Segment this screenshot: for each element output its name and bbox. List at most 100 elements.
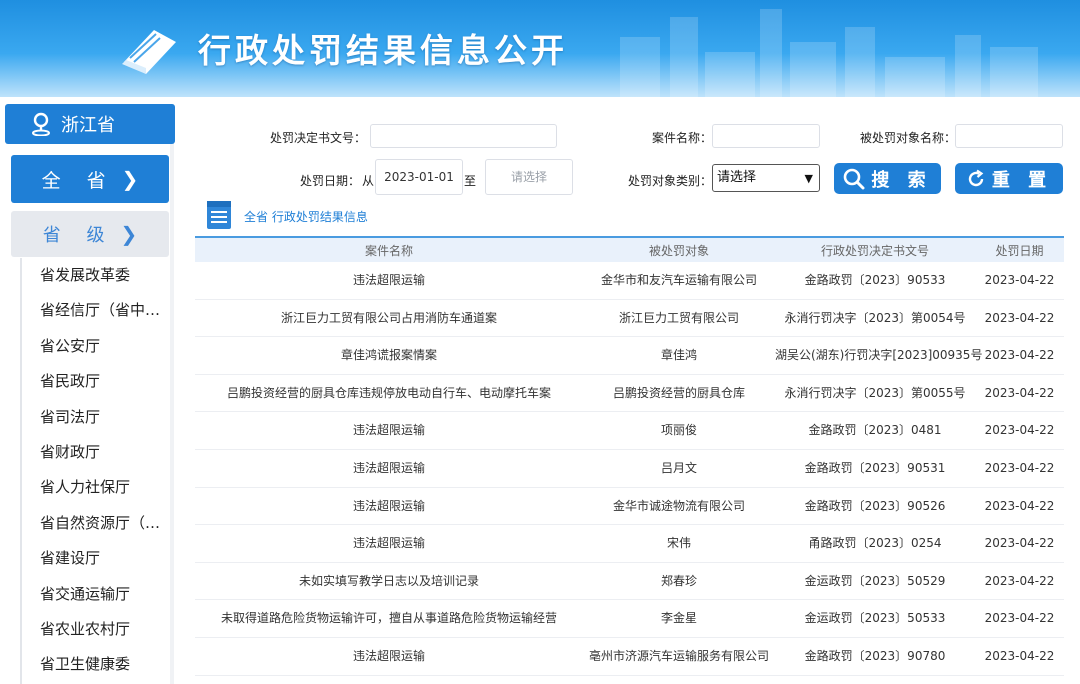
search-icon (844, 168, 865, 189)
target-cell: 吕月文 (660, 461, 697, 475)
target-cell: 郑春珍 (660, 573, 697, 588)
column-header-target: 被处罚对象 (648, 244, 709, 258)
case-name-cell[interactable]: 章佳鸿谎报案情案 (195, 337, 583, 375)
chevron-right-icon: ❯ (121, 167, 139, 191)
case-name-input[interactable] (712, 124, 820, 148)
decision-no-cell: 永消行罚决字〔2023〕第0054号 (784, 310, 966, 325)
chevron-right-icon: ❯ (120, 222, 138, 246)
table-row[interactable]: 浙江巨力工贸有限公司占用消防车通道案 浙江巨力工贸有限公司 永消行罚决字〔2023〕… (195, 300, 1064, 338)
region-selector[interactable]: 浙江省 (5, 104, 175, 144)
case-name-cell[interactable]: 吕鹏投资经营的厨具仓库违规停放电动自行车、电动摩托车案 (195, 375, 583, 413)
case-name-cell[interactable]: 违法超限运输 (195, 638, 583, 676)
date-cell: 2023-04-22 (984, 536, 1055, 551)
sidebar-item[interactable]: 省公安厅 (22, 329, 170, 364)
book-icon (122, 30, 176, 74)
table-row[interactable]: 吕鹏投资经营的厨具仓库违规停放电动自行车、电动摩托车案 吕鹏投资经营的厨具仓库 永消… (195, 375, 1064, 413)
sidebar-item[interactable]: 省司法厅 (22, 400, 170, 435)
date-cell: 2023-04-22 (984, 649, 1055, 663)
target-cell: 浙江巨力工贸有限公司 (618, 310, 739, 325)
header-banner: 行政处罚结果信息公开 (0, 0, 1080, 97)
table-row[interactable]: 违法超限运输 金华市诚途物流有限公司 金路政罚〔2023〕90526 2023-04-… (195, 488, 1064, 526)
search-button-label: 搜 索 (871, 169, 932, 191)
target-cell: 亳州市济源汽车运输服务有限公司 (588, 649, 769, 663)
table-row[interactable]: 未取得道路危险货物运输许可，擅自从事道路危险货物运输经营 李金星 金运政罚〔2023… (195, 600, 1064, 638)
sidebar-item[interactable]: 省经信厅（省中… (22, 293, 170, 328)
decision-no-cell: 甬路政罚〔2023〕0254 (808, 536, 942, 551)
sidebar-item[interactable]: 省发展改革委 (22, 258, 170, 293)
target-type-select[interactable]: 请选择 ▼ (712, 164, 820, 192)
decision-no-cell: 永消行罚决字〔2023〕第0055号 (784, 385, 966, 400)
table-row[interactable]: 违法超限运输 金华市和友汽车运输有限公司 金路政罚〔2023〕90533 2023-0… (195, 262, 1064, 300)
date-to-input[interactable]: 请选择 (485, 159, 573, 195)
table-row[interactable]: 章佳鸿谎报案情案 章佳鸿 湖吴公(湖东)行罚决字[2023]00935号 2023-0… (195, 337, 1064, 375)
decision-no-cell: 金路政罚〔2023〕90531 (804, 461, 946, 475)
decision-no-label: 处罚决定书文号： (270, 131, 367, 145)
provincial-label: 省 级 (42, 225, 115, 246)
date-cell: 2023-04-22 (984, 423, 1055, 438)
decision-no-cell: 金路政罚〔2023〕90526 (804, 498, 946, 513)
case-name-cell[interactable]: 违法超限运输 (195, 412, 583, 450)
table-row[interactable]: 未如实填写教学日志以及培训记录 郑春珍 金运政罚〔2023〕50529 2023-04… (195, 563, 1064, 601)
case-name-cell[interactable]: 浙江巨力工贸有限公司占用消防车通道案 (195, 300, 583, 338)
date-cell: 2023-04-22 (984, 611, 1055, 626)
table-row[interactable]: 违法超限运输 亳州市济源汽车运输服务有限公司 金路政罚〔2023〕90780 2023… (195, 638, 1064, 676)
case-name-label: 案件名称： (652, 131, 713, 145)
decision-no-cell: 金路政罚〔2023〕90533 (804, 273, 946, 287)
case-name-cell[interactable]: 未取得道路危险货物运输许可，擅自从事道路危险货物运输经营 (195, 600, 583, 638)
target-type-label: 处罚对象类别： (628, 174, 713, 188)
reset-button[interactable]: 重 置 (955, 163, 1063, 194)
case-name-cell[interactable]: 违法超限运输 (195, 450, 583, 488)
decision-no-cell: 金路政罚〔2023〕0481 (808, 423, 942, 438)
region-label: 浙江省 (61, 115, 115, 136)
decision-no-cell: 湖吴公(湖东)行罚决字[2023]00935号 (775, 348, 983, 363)
table-row[interactable]: 违法超限运输 宋伟 甬路政罚〔2023〕0254 2023-04-22 (195, 525, 1064, 563)
decision-no-input[interactable] (370, 124, 557, 148)
sidebar-item[interactable]: 省人力社保厅 (22, 470, 170, 505)
case-name-cell[interactable]: 违法超限运输 (195, 525, 583, 563)
date-to-label: 至 (464, 174, 477, 188)
sidebar-provincial-level[interactable]: 省 级 ❯ (11, 211, 169, 257)
sidebar-item[interactable]: 省自然资源厅（… (22, 506, 170, 541)
sidebar-item[interactable]: 省民政厅 (22, 364, 170, 399)
target-name-label: 被处罚对象名称： (860, 131, 957, 145)
chevron-down-icon: ▼ (804, 172, 813, 185)
table-row[interactable]: 违法超限运输 吕月文 金路政罚〔2023〕90531 2023-04-22 (195, 450, 1064, 488)
target-cell: 金华市诚途物流有限公司 (612, 498, 745, 513)
sidebar-all-province[interactable]: 全 省 ❯ (11, 155, 169, 203)
column-header-case-name: 案件名称 (364, 244, 413, 258)
search-button[interactable]: 搜 索 (834, 163, 941, 194)
date-from-label: 从 (362, 174, 375, 188)
date-label: 处罚日期： (300, 174, 361, 188)
decision-no-cell: 金运政罚〔2023〕50533 (804, 611, 946, 626)
decision-no-cell: 金路政罚〔2023〕90780 (804, 649, 946, 663)
refresh-icon (968, 169, 984, 186)
target-cell: 金华市和友汽车运输有限公司 (600, 273, 757, 287)
sidebar-department-list: 省发展改革委 省经信厅（省中… 省公安厅 省民政厅 省司法厅 省财政厅 省人力社… (20, 258, 170, 684)
target-cell: 吕鹏投资经营的厨具仓库 (612, 385, 745, 400)
case-name-cell[interactable]: 违法超限运输 (195, 262, 583, 300)
sidebar-item[interactable]: 省建设厅 (22, 541, 170, 576)
target-name-input[interactable] (955, 124, 1063, 148)
sidebar-item[interactable]: 省财政厅 (22, 435, 170, 470)
sidebar-item[interactable]: 省交通运输厅 (22, 577, 170, 612)
date-cell: 2023-04-22 (984, 385, 1055, 400)
case-name-cell[interactable]: 违法超限运输 (195, 488, 583, 526)
page-title: 行政处罚结果信息公开 (198, 31, 568, 70)
sidebar-item[interactable]: 省卫生健康委 (22, 647, 170, 682)
decision-no-cell: 金运政罚〔2023〕50529 (804, 573, 946, 588)
date-cell: 2023-04-22 (984, 348, 1055, 363)
target-cell: 项丽俊 (660, 423, 697, 438)
column-header-decision-no: 行政处罚决定书文号 (820, 244, 929, 258)
date-cell: 2023-04-22 (984, 273, 1055, 287)
location-pin-icon (32, 112, 50, 136)
sidebar-item[interactable]: 省农业农村厅 (22, 612, 170, 647)
target-cell: 李金星 (660, 611, 697, 626)
target-type-value: 请选择 (717, 170, 757, 185)
all-province-label: 全 省 (41, 169, 116, 192)
sidebar-scrollbar[interactable] (170, 104, 174, 684)
table-row[interactable]: 违法超限运输 项丽俊 金路政罚〔2023〕0481 2023-04-22 (195, 412, 1064, 450)
case-name-cell[interactable]: 未如实填写教学日志以及培训记录 (195, 563, 583, 601)
date-from-input[interactable]: 2023-01-01 (375, 159, 463, 195)
table-header: 案件名称 被处罚对象 行政处罚决定书文号 处罚日期 (195, 236, 1064, 262)
breadcrumb[interactable]: 全省 行政处罚结果信息 (244, 208, 368, 225)
